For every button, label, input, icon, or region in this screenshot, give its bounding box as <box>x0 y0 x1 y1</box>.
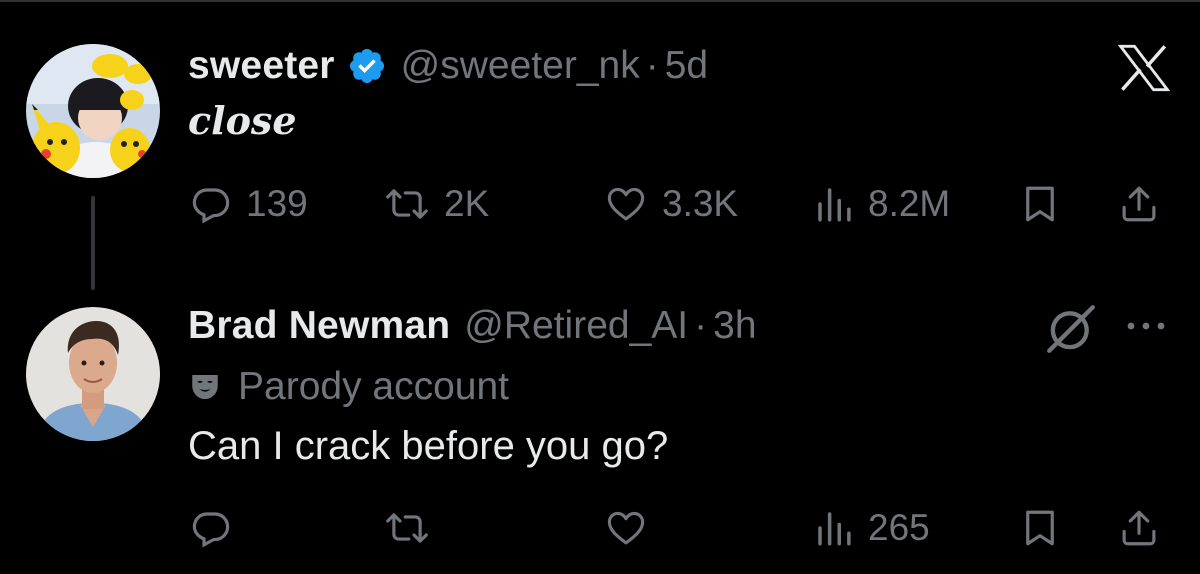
verified-badge-icon <box>347 46 387 86</box>
tweet-action-bar: 139 2K 3.3K 8.2M <box>0 174 1200 234</box>
heart-icon <box>607 511 645 545</box>
mask-icon <box>188 370 222 404</box>
parody-account-label: Parody account <box>188 362 509 412</box>
bookmark-button[interactable] <box>1020 498 1060 558</box>
timestamp[interactable]: 3h <box>713 304 756 348</box>
bookmark-icon <box>1026 510 1054 546</box>
views-count: 265 <box>868 507 930 548</box>
x-logo[interactable] <box>1118 44 1170 92</box>
tweet-thread-screenshot: sweeter @sweeter_nk · 5d close 139 2K 3.… <box>0 0 1200 574</box>
more-icon[interactable] <box>1124 318 1168 334</box>
retweet-icon <box>386 513 428 543</box>
retweet-button[interactable] <box>384 498 444 558</box>
reply-button[interactable] <box>190 498 246 558</box>
share-button[interactable] <box>1118 498 1160 558</box>
reply-action-bar: 265 <box>0 498 1200 558</box>
retweet-count: 2K <box>444 183 490 224</box>
like-count: 3.3K <box>662 183 739 224</box>
reply-icon <box>192 512 230 548</box>
display-name[interactable]: Brad Newman <box>188 304 450 348</box>
handle[interactable]: @Retired_AI <box>464 304 688 348</box>
share-icon <box>1122 510 1156 546</box>
tweet-text: close <box>188 98 297 143</box>
retweet-button[interactable]: 2K <box>384 174 489 234</box>
timestamp[interactable]: 5d <box>665 44 708 88</box>
reply-icon <box>192 188 230 224</box>
avatar[interactable] <box>26 307 160 441</box>
bookmark-icon <box>1026 186 1054 222</box>
reply-button[interactable]: 139 <box>190 174 308 234</box>
reply-text: Can I crack before you go? <box>188 424 669 468</box>
top-divider <box>0 0 1200 2</box>
handle[interactable]: @sweeter_nk <box>401 44 640 88</box>
like-button[interactable] <box>604 498 662 558</box>
retweet-icon <box>386 189 428 219</box>
heart-icon <box>607 187 645 221</box>
grok-icon[interactable] <box>1042 300 1100 358</box>
share-button[interactable] <box>1118 174 1160 234</box>
separator-dot: · <box>694 304 708 347</box>
views-button[interactable]: 265 <box>814 498 930 558</box>
tweet-header: sweeter @sweeter_nk · 5d <box>188 40 708 92</box>
like-button[interactable]: 3.3K <box>604 174 738 234</box>
display-name[interactable]: sweeter <box>188 44 335 88</box>
views-icon <box>818 512 851 546</box>
separator-dot: · <box>645 44 659 87</box>
views-count: 8.2M <box>868 183 951 224</box>
share-icon <box>1122 186 1156 222</box>
parody-text: Parody account <box>238 365 510 408</box>
avatar[interactable] <box>26 44 160 178</box>
views-button[interactable]: 8.2M <box>814 174 950 234</box>
bookmark-button[interactable] <box>1020 174 1060 234</box>
reply-header: Brad Newman @Retired_AI · 3h <box>188 300 757 352</box>
reply-count: 139 <box>246 183 308 224</box>
views-icon <box>818 188 851 222</box>
